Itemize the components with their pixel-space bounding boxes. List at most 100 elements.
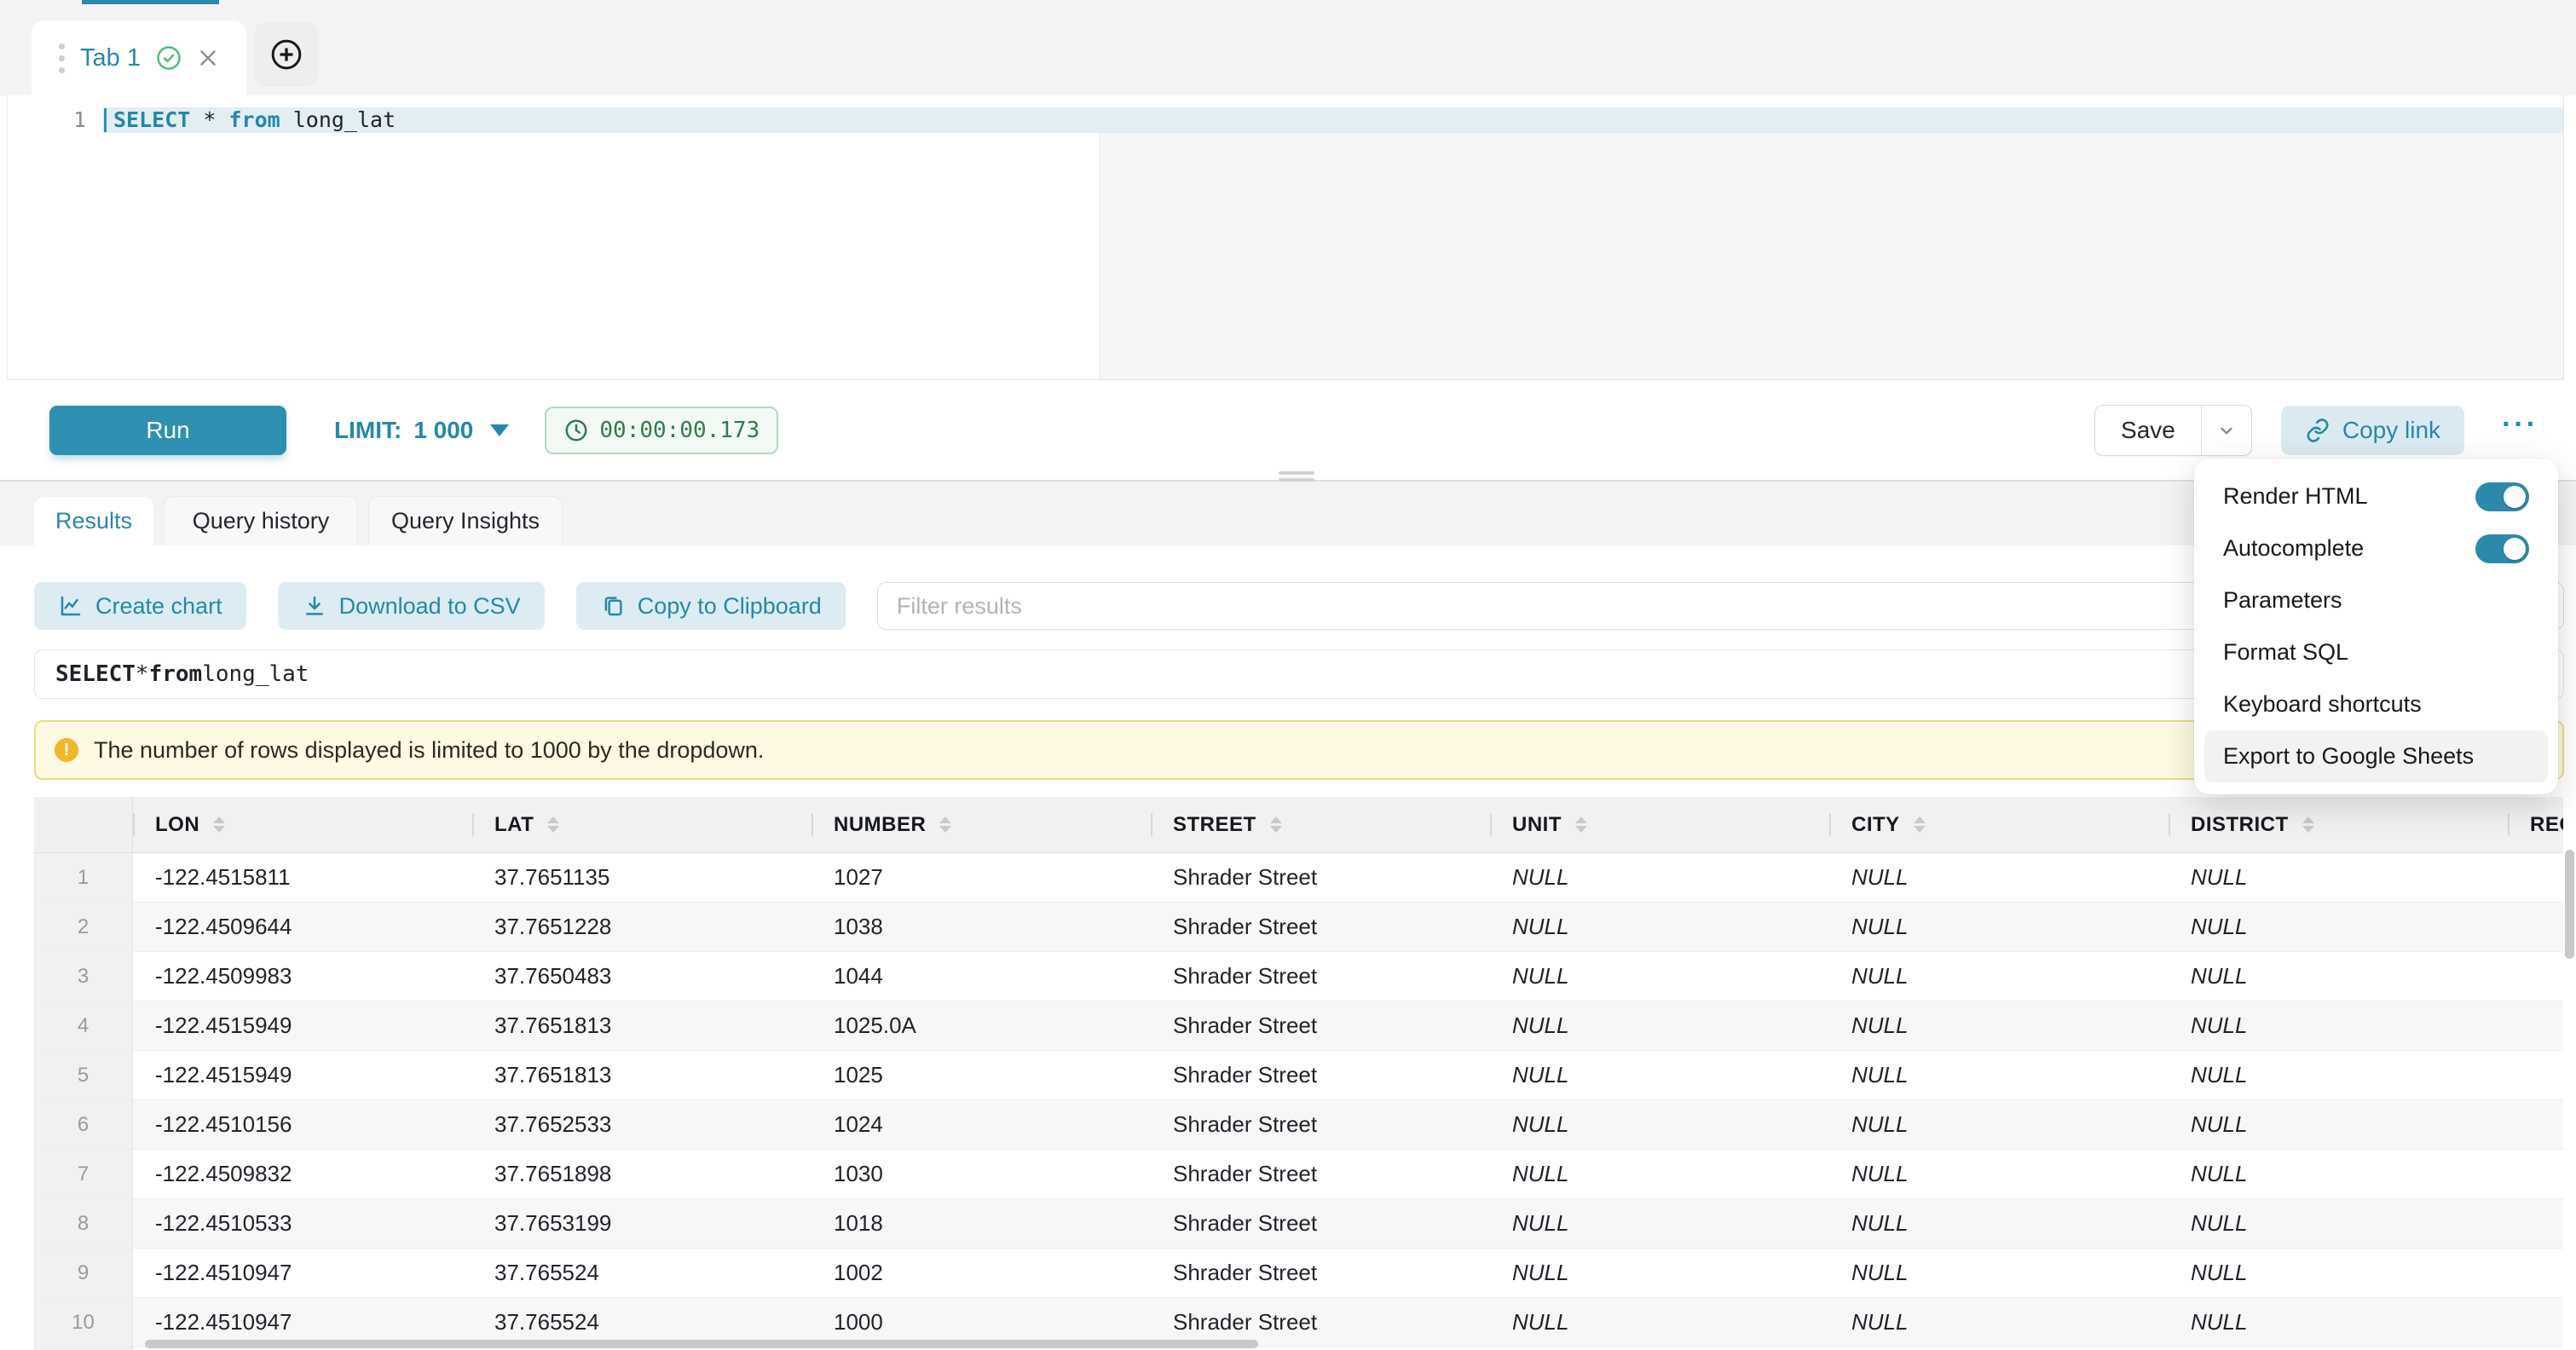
- menu-item-parameters[interactable]: Parameters: [2204, 574, 2548, 626]
- drag-handle-icon[interactable]: [59, 43, 65, 73]
- table-cell[interactable]: 1025: [811, 1051, 1151, 1099]
- column-header-unit[interactable]: UNIT: [1490, 797, 1829, 852]
- table-cell[interactable]: 37.7652533: [472, 1100, 811, 1149]
- table-cell[interactable]: -122.4509983: [133, 952, 472, 1001]
- menu-item-export-google-sheets[interactable]: Export to Google Sheets: [2204, 730, 2548, 782]
- row-number[interactable]: 3: [34, 952, 133, 1001]
- table-cell[interactable]: -122.4510533: [133, 1199, 472, 1248]
- row-number[interactable]: 10: [34, 1298, 133, 1347]
- menu-item-render-html[interactable]: Render HTML: [2204, 470, 2548, 522]
- tab-query-history[interactable]: Query history: [164, 496, 358, 545]
- table-cell[interactable]: 37.7650483: [472, 952, 811, 1001]
- row-number[interactable]: 8: [34, 1199, 133, 1248]
- copy-clipboard-button[interactable]: Copy to Clipboard: [576, 582, 846, 630]
- table-cell[interactable]: 37.7651813: [472, 1001, 811, 1050]
- row-number[interactable]: 5: [34, 1051, 133, 1099]
- add-tab-button[interactable]: [254, 22, 319, 87]
- column-header-number[interactable]: NUMBER: [811, 797, 1151, 852]
- row-number[interactable]: 4: [34, 1001, 133, 1050]
- download-csv-button[interactable]: Download to CSV: [278, 582, 545, 630]
- horizontal-scrollbar-thumb[interactable]: [145, 1340, 1258, 1348]
- table-cell[interactable]: NULL: [1829, 1249, 2169, 1297]
- table-cell[interactable]: -122.4509832: [133, 1150, 472, 1198]
- run-button[interactable]: Run: [49, 406, 286, 455]
- more-options-button[interactable]: ···: [2497, 416, 2544, 445]
- table-cell[interactable]: NULL: [2169, 952, 2508, 1001]
- table-cell[interactable]: -122.4510156: [133, 1100, 472, 1149]
- table-cell[interactable]: Shrader Street: [1151, 1100, 1490, 1149]
- table-cell[interactable]: Shrader Street: [1151, 1150, 1490, 1198]
- row-number[interactable]: 2: [34, 903, 133, 951]
- table-cell[interactable]: -122.4515811: [133, 853, 472, 902]
- limit-dropdown[interactable]: LIMIT: 1 000: [334, 417, 509, 444]
- copy-link-button[interactable]: Copy link: [2281, 406, 2464, 455]
- column-header-street[interactable]: STREET: [1151, 797, 1490, 852]
- table-cell[interactable]: NULL: [1829, 1100, 2169, 1149]
- table-cell[interactable]: Shrader Street: [1151, 952, 1490, 1001]
- autocomplete-toggle[interactable]: [2475, 534, 2529, 563]
- table-cell[interactable]: NULL: [1490, 1150, 1829, 1198]
- table-cell[interactable]: NULL: [2169, 903, 2508, 951]
- table-cell[interactable]: NULL: [2169, 1249, 2508, 1297]
- table-cell[interactable]: NULL: [1490, 903, 1829, 951]
- row-number[interactable]: 6: [34, 1100, 133, 1149]
- sql-editor[interactable]: 1 SELECT * from long_lat: [7, 95, 2564, 379]
- table-cell[interactable]: NULL: [1829, 903, 2169, 951]
- menu-item-format-sql[interactable]: Format SQL: [2204, 626, 2548, 678]
- table-cell[interactable]: NULL: [2169, 1051, 2508, 1099]
- table-cell[interactable]: 1027: [811, 853, 1151, 902]
- table-cell[interactable]: Shrader Street: [1151, 1199, 1490, 1248]
- table-cell[interactable]: 37.765524: [472, 1249, 811, 1297]
- column-header-lat[interactable]: LAT: [472, 797, 811, 852]
- table-cell[interactable]: NULL: [2169, 853, 2508, 902]
- table-cell[interactable]: 1024: [811, 1100, 1151, 1149]
- table-cell[interactable]: NULL: [1490, 1100, 1829, 1149]
- table-cell[interactable]: NULL: [1829, 1199, 2169, 1248]
- table-cell[interactable]: Shrader Street: [1151, 1051, 1490, 1099]
- sql-code-line[interactable]: SELECT * from long_lat: [113, 107, 396, 133]
- table-cell[interactable]: NULL: [1490, 1051, 1829, 1099]
- table-cell[interactable]: Shrader Street: [1151, 1249, 1490, 1297]
- table-cell[interactable]: NULL: [1490, 1249, 1829, 1297]
- table-cell[interactable]: 37.7653199: [472, 1199, 811, 1248]
- table-cell[interactable]: 1002: [811, 1249, 1151, 1297]
- table-cell[interactable]: NULL: [1829, 1051, 2169, 1099]
- table-cell[interactable]: NULL: [2169, 1199, 2508, 1248]
- table-cell[interactable]: 1025.0A: [811, 1001, 1151, 1050]
- table-cell[interactable]: 37.7651898: [472, 1150, 811, 1198]
- row-number[interactable]: 1: [34, 853, 133, 902]
- table-cell[interactable]: NULL: [1490, 1001, 1829, 1050]
- row-number[interactable]: 7: [34, 1150, 133, 1198]
- menu-item-keyboard-shortcuts[interactable]: Keyboard shortcuts: [2204, 678, 2548, 730]
- table-cell[interactable]: NULL: [1490, 853, 1829, 902]
- create-chart-button[interactable]: Create chart: [34, 582, 246, 630]
- table-cell[interactable]: NULL: [1490, 952, 1829, 1001]
- close-tab-icon[interactable]: [197, 47, 219, 69]
- table-cell[interactable]: NULL: [2169, 1150, 2508, 1198]
- save-button[interactable]: Save: [2095, 406, 2201, 455]
- table-cell[interactable]: 1044: [811, 952, 1151, 1001]
- table-cell[interactable]: -122.4510947: [133, 1249, 472, 1297]
- table-cell[interactable]: NULL: [2169, 1001, 2508, 1050]
- table-cell[interactable]: NULL: [1829, 1298, 2169, 1347]
- tab-results[interactable]: Results: [34, 497, 153, 545]
- table-cell[interactable]: 37.7651228: [472, 903, 811, 951]
- column-header-lon[interactable]: LON: [133, 797, 472, 852]
- tab-1[interactable]: Tab 1: [32, 20, 246, 95]
- table-cell[interactable]: -122.4509644: [133, 903, 472, 951]
- table-cell[interactable]: NULL: [1829, 853, 2169, 902]
- table-cell[interactable]: NULL: [1829, 1001, 2169, 1050]
- menu-item-autocomplete[interactable]: Autocomplete: [2204, 522, 2548, 574]
- table-cell[interactable]: 1018: [811, 1199, 1151, 1248]
- table-cell[interactable]: Shrader Street: [1151, 1001, 1490, 1050]
- table-cell[interactable]: NULL: [2169, 1100, 2508, 1149]
- table-cell[interactable]: Shrader Street: [1151, 903, 1490, 951]
- table-cell[interactable]: NULL: [1490, 1298, 1829, 1347]
- column-header-district[interactable]: DISTRICT: [2169, 797, 2508, 852]
- table-cell[interactable]: 37.7651813: [472, 1051, 811, 1099]
- save-options-button[interactable]: [2201, 406, 2251, 455]
- table-cell[interactable]: 1038: [811, 903, 1151, 951]
- pane-resize-handle[interactable]: [1279, 471, 1314, 485]
- table-cell[interactable]: NULL: [1490, 1199, 1829, 1248]
- table-cell[interactable]: -122.4515949: [133, 1051, 472, 1099]
